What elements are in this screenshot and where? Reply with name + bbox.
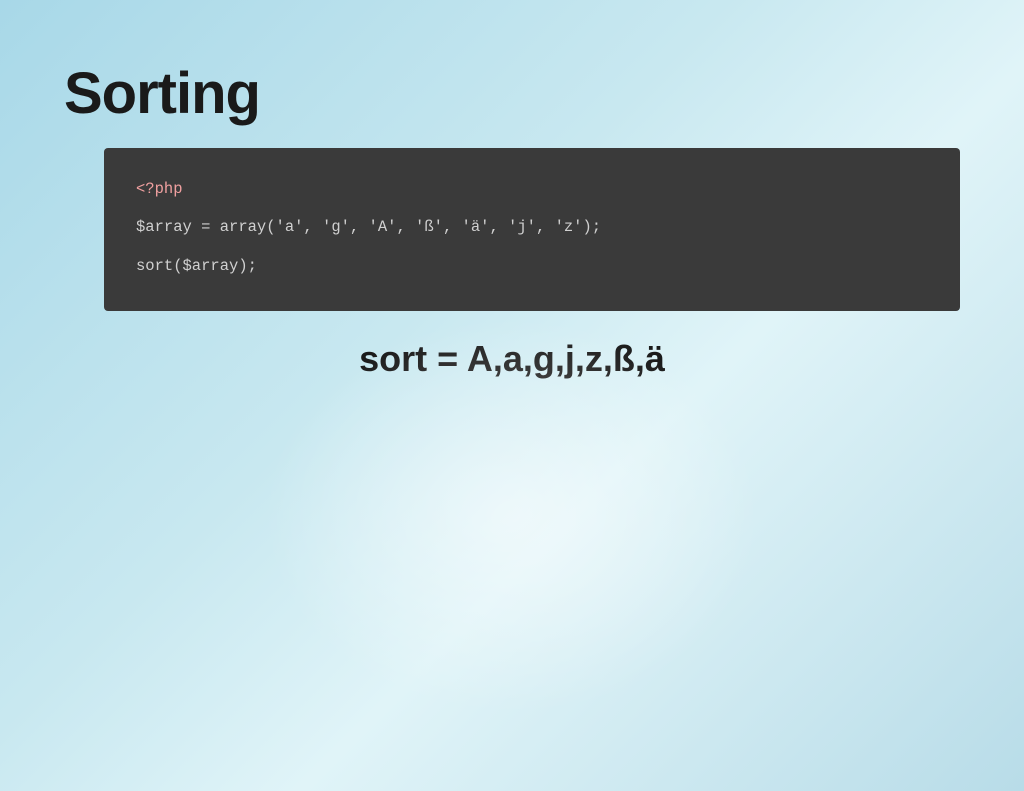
code-block: <?php $array = array('a', 'g', 'A', 'ß',…	[136, 176, 928, 279]
code-line-3: $array = array('a', 'g', 'A', 'ß', 'ä', …	[136, 214, 928, 240]
code-line-5: sort($array);	[136, 253, 928, 279]
sort-result: sort = A,a,g,j,z,ß,ä	[0, 338, 1024, 380]
code-block-container: <?php $array = array('a', 'g', 'A', 'ß',…	[104, 148, 960, 311]
page-title: Sorting	[64, 60, 260, 127]
code-line-1: <?php	[136, 176, 928, 202]
